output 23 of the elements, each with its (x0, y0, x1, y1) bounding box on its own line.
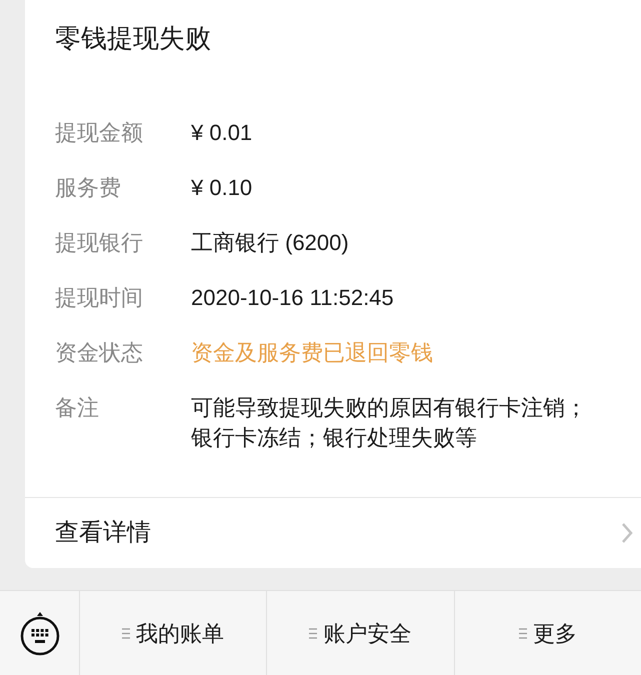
field-label: 提现时间 (55, 284, 144, 312)
list-icon (122, 628, 130, 638)
view-details-label: 查看详情 (55, 518, 151, 548)
view-details-row[interactable]: 查看详情 (25, 498, 641, 568)
chevron-right-icon (621, 522, 633, 544)
keyboard-icon[interactable] (18, 610, 60, 656)
field-value: 资金及服务费已退回零钱 (191, 339, 433, 367)
field-value: ¥ 0.01 (191, 119, 252, 147)
list-icon (309, 628, 318, 638)
field-label: 备注 (55, 394, 100, 422)
field-value: 工商银行 (6200) (191, 229, 349, 257)
field-label: 提现银行 (55, 229, 144, 257)
field-label: 服务费 (55, 174, 122, 202)
field-value: 2020-10-16 11:52:45 (191, 284, 394, 312)
menu-tab[interactable]: 账户安全 (309, 616, 412, 650)
list-icon (518, 628, 527, 638)
field-value: 可能导致提现失败的原因有银行卡注销；银行卡冻结；银行处理失败等 (191, 394, 588, 452)
menu-tab[interactable]: 我的账单 (122, 616, 224, 650)
page-title: 零钱提现失败 (54, 22, 212, 54)
menu-tab[interactable]: 更多 (518, 616, 577, 650)
field-label: 提现金额 (55, 119, 144, 147)
field-value: ¥ 0.10 (191, 174, 252, 202)
field-label: 资金状态 (55, 339, 144, 367)
